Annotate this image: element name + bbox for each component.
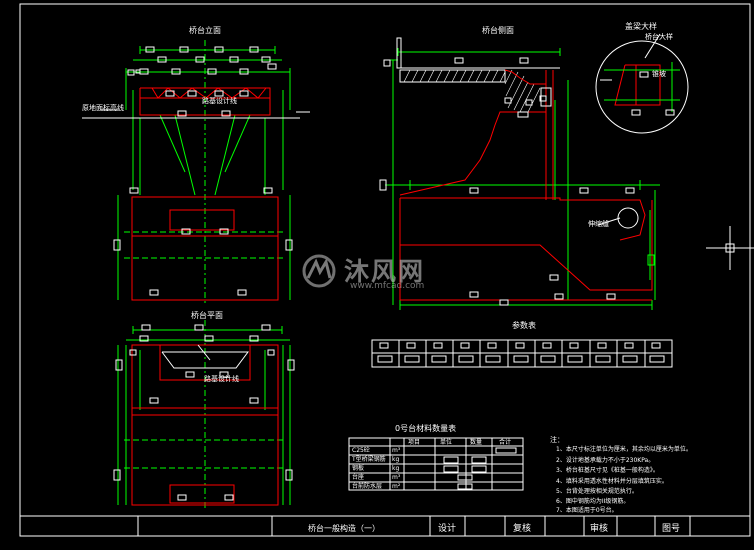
materials-row-unit: m² bbox=[392, 483, 401, 490]
detail-note-label: 桥台大样 bbox=[645, 33, 673, 41]
note-item: 1、本尺寸标注单位为厘米，其余均以厘米为单位。 bbox=[556, 446, 692, 453]
materials-row-item: 钢板 bbox=[352, 465, 365, 472]
materials-row-item: T型桥梁钢筋 bbox=[352, 456, 386, 463]
materials-header-item: 项目 bbox=[408, 439, 421, 446]
materials-header-unit: 单位 bbox=[440, 439, 453, 446]
watermark-url: www.mfcad.com bbox=[350, 281, 425, 291]
note-item: 3、桥台桩基尺寸见《桩基一般构造》。 bbox=[556, 467, 659, 474]
note-item: 2、设计地基承载力不小于230KPa。 bbox=[556, 457, 655, 464]
materials-row-item: 台座 bbox=[352, 474, 365, 481]
materials-header-total: 合计 bbox=[499, 439, 512, 446]
plan-title: 桥台平面 bbox=[191, 311, 223, 320]
cad-drawing-canvas: { "views": { "front_elevation_title": "桥… bbox=[0, 0, 754, 550]
review-label: 复核 bbox=[513, 524, 532, 534]
drawing-no-label: 图号 bbox=[662, 524, 681, 534]
materials-table-title: 0号台材料数量表 bbox=[395, 424, 457, 433]
design-label: 设计 bbox=[438, 524, 457, 534]
watermark-logo-icon bbox=[302, 254, 336, 288]
materials-row-unit: m³ bbox=[392, 447, 401, 454]
detail-view bbox=[595, 33, 689, 134]
materials-row-item: 台前防水层 bbox=[352, 483, 383, 490]
notes-heading: 注： bbox=[550, 436, 564, 444]
hatch-pattern bbox=[403, 69, 541, 113]
note-item: 5、台背处理按相关规范执行。 bbox=[556, 488, 638, 495]
side-note-label: 锥坡 bbox=[652, 70, 666, 78]
note-item: 4、填料采用透水性材料并分层填筑压实。 bbox=[556, 478, 668, 485]
materials-row-unit: m³ bbox=[392, 474, 401, 481]
drawing-title: 桥台一般构造（一） bbox=[308, 524, 380, 533]
joint-note-label: 伸缩缝 bbox=[588, 220, 609, 228]
crosshair-cursor bbox=[706, 226, 754, 270]
materials-row-unit: kg bbox=[392, 465, 400, 472]
materials-row-unit: kg bbox=[392, 456, 400, 463]
materials-header-qty: 数量 bbox=[470, 439, 483, 446]
ground-line-label: 原地面标高线 bbox=[82, 104, 124, 112]
approve-label: 审核 bbox=[590, 524, 609, 534]
front-elevation bbox=[82, 40, 310, 305]
note-item: 6、图中钢筋均为II级钢筋。 bbox=[556, 498, 630, 505]
front-elevation-title: 桥台立面 bbox=[189, 26, 221, 35]
note-item: 7、本图适用于0号台。 bbox=[556, 507, 618, 514]
watermark: 沐风网 www.mfcad.com bbox=[300, 252, 470, 296]
side-elevation-title: 桥台侧面 bbox=[482, 26, 514, 35]
params-table-title: 参数表 bbox=[512, 321, 536, 330]
design-line-plan-label: 路基设计线 bbox=[204, 375, 239, 383]
materials-row-item: C25砼 bbox=[352, 447, 370, 454]
params-table-grid bbox=[371, 339, 673, 368]
plan-view bbox=[113, 320, 295, 510]
detail-title: 盖梁大样 bbox=[625, 22, 657, 31]
design-line-top-label: 路基设计线 bbox=[202, 97, 237, 105]
